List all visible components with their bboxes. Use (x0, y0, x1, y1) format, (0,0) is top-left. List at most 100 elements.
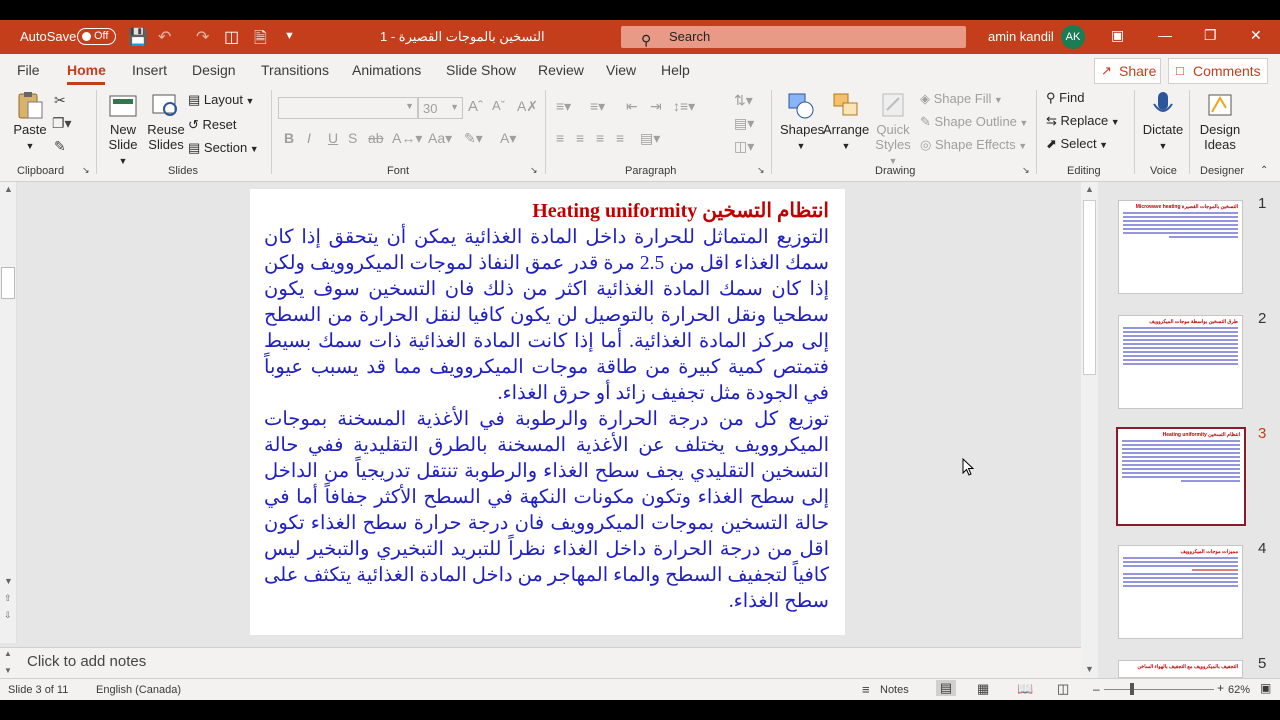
font-size-combo[interactable]: 30 ▼ (418, 97, 463, 119)
undo-icon[interactable]: ↶ (158, 27, 171, 47)
tab-view[interactable]: View (606, 62, 636, 78)
shape-fill-button[interactable]: ◈ Shape Fill ▼ (920, 91, 1003, 107)
slide-thumbnail[interactable]: التسخين بالموجات القصيرة Microwave heati… (1118, 200, 1243, 294)
scroll-down-icon[interactable]: ▼ (4, 576, 13, 586)
font-name-combo[interactable]: ▼ (278, 97, 418, 119)
tab-review[interactable]: Review (538, 62, 584, 78)
section-button[interactable]: ▤ Section ▼ (188, 140, 259, 156)
select-button[interactable]: ⬈ Select ▼ (1046, 136, 1108, 152)
char-spacing-icon[interactable]: A↔▾ (392, 130, 422, 147)
scroll-thumb[interactable] (1, 267, 15, 299)
replace-button[interactable]: ⇆ Replace ▼ (1046, 113, 1120, 129)
next-slide-icon[interactable]: ⇩ (4, 610, 12, 621)
underline-button[interactable]: U (328, 130, 338, 146)
scroll-up-icon[interactable]: ▲ (1085, 184, 1094, 194)
tab-file[interactable]: File (17, 62, 40, 78)
restore-icon[interactable]: ❐ (1204, 27, 1217, 44)
italic-button[interactable]: I (307, 130, 311, 146)
notes-placeholder[interactable]: Click to add notes (27, 653, 146, 670)
slideshow-view-icon[interactable]: ◫ (1057, 681, 1069, 697)
ribbon-display-icon[interactable]: ▣ (1111, 27, 1124, 44)
paragraph-launcher-icon[interactable]: ↘ (757, 165, 765, 176)
slide-thumbnail[interactable]: التجفيف بالميكروويف مع التجفيف بالهواء ا… (1118, 660, 1243, 678)
arrange-button[interactable]: Arrange ▼ (823, 90, 869, 152)
tab-animations[interactable]: Animations (352, 62, 421, 78)
tab-help[interactable]: Help (661, 62, 690, 78)
collapse-ribbon-icon[interactable]: ⌃ (1260, 165, 1268, 176)
align-center-icon[interactable]: ≡ (576, 130, 584, 146)
line-spacing-icon[interactable]: ↕≡▾ (673, 98, 695, 115)
copy-icon[interactable]: ❐▾ (52, 115, 72, 132)
present-icon[interactable]: ◫ (224, 27, 239, 47)
tab-insert[interactable]: Insert (132, 62, 167, 78)
quick-styles-button[interactable]: Quick Styles ▼ (871, 90, 915, 167)
zoom-slider-thumb[interactable] (1130, 683, 1134, 695)
tab-transitions[interactable]: Transitions (261, 62, 329, 78)
slide-thumbnail[interactable]: مميزات موجات الميكروويف (1118, 545, 1243, 639)
reset-button[interactable]: ↺ Reset (188, 117, 236, 133)
slide-title[interactable]: انتظام التسخين Heating uniformity (264, 199, 829, 223)
slide-thumbnail[interactable]: طرق التسخين بواسطة موجات الميكروويف (1118, 315, 1243, 409)
smartart-icon[interactable]: ◫▾ (734, 138, 754, 155)
increase-indent-icon[interactable]: ⇥ (650, 98, 662, 115)
scroll-up-icon[interactable]: ▲ (4, 184, 13, 194)
notes-toggle-icon[interactable]: ≡ (862, 682, 870, 697)
clear-format-icon[interactable]: A✗ (517, 98, 538, 115)
scroll-down-icon[interactable]: ▼ (1085, 664, 1094, 674)
drawing-launcher-icon[interactable]: ↘ (1022, 165, 1030, 176)
tab-home[interactable]: Home (67, 62, 106, 78)
notes-scroll-up-icon[interactable]: ▲ (4, 649, 12, 658)
slide-body-text[interactable]: التوزيع المتماثل للحرارة داخل المادة الغ… (264, 225, 829, 615)
font-color-icon[interactable]: A▾ (500, 130, 516, 147)
vertical-scrollbar[interactable]: ▲ ▼ (1081, 182, 1098, 678)
shape-outline-button[interactable]: ✎ Shape Outline ▼ (920, 114, 1028, 130)
share-button[interactable]: ↗ Share (1094, 58, 1161, 84)
bullets-icon[interactable]: ≡▾ (556, 98, 571, 115)
previous-slide-icon[interactable]: ⇧ (4, 593, 12, 604)
new-file-icon[interactable]: 🗎 (254, 27, 267, 54)
redo-icon[interactable]: ↷ (196, 27, 209, 47)
font-launcher-icon[interactable]: ↘ (530, 165, 538, 176)
search-box[interactable]: ⚲ Search (621, 26, 966, 48)
shapes-button[interactable]: Shapes ▼ (780, 90, 824, 152)
autosave-toggle[interactable]: Off (77, 28, 116, 45)
numbering-icon[interactable]: ≡▾ (590, 98, 605, 115)
slide-canvas[interactable]: انتظام التسخين Heating uniformity التوزي… (250, 189, 845, 635)
dictate-button[interactable]: Dictate ▼ (1140, 90, 1186, 152)
customize-qat-icon[interactable]: ▼ (284, 30, 295, 42)
change-case-icon[interactable]: Aa▾ (428, 130, 452, 147)
clipboard-launcher-icon[interactable]: ↘ (82, 165, 90, 176)
notes-pane[interactable]: ▲ ▼ Click to add notes (0, 647, 1081, 678)
shrink-font-icon[interactable]: Aˇ (492, 98, 505, 113)
text-direction-icon[interactable]: ⇅▾ (734, 92, 753, 109)
user-name[interactable]: amin kandil (988, 29, 1054, 44)
grow-font-icon[interactable]: Aˆ (468, 98, 483, 115)
notes-toggle-label[interactable]: Notes (880, 684, 909, 696)
normal-view-icon[interactable]: ▤ (936, 680, 956, 696)
language-status[interactable]: English (Canada) (96, 684, 181, 696)
notes-scroll-down-icon[interactable]: ▼ (4, 666, 12, 675)
justify-icon[interactable]: ≡ (616, 130, 624, 146)
design-ideas-button[interactable]: Design Ideas (1197, 90, 1243, 152)
find-button[interactable]: ⚲ Find (1046, 90, 1084, 106)
avatar[interactable]: AK (1061, 25, 1085, 49)
zoom-level[interactable]: 62% (1228, 684, 1250, 696)
tab-design[interactable]: Design (192, 62, 236, 78)
align-text-icon[interactable]: ▤▾ (734, 115, 754, 132)
new-slide-button[interactable]: New Slide ▼ (103, 90, 143, 167)
slide-thumbnail-selected[interactable]: انتظام التسخين Heating uniformity (1116, 427, 1246, 526)
cut-icon[interactable]: ✂ (54, 92, 66, 109)
zoom-slider-track[interactable] (1104, 689, 1214, 690)
fit-to-window-icon[interactable]: ▣ (1260, 681, 1271, 695)
align-right-icon[interactable]: ≡ (596, 130, 604, 146)
shadow-button[interactable]: S (348, 130, 357, 146)
layout-button[interactable]: ▤ Layout ▼ (188, 92, 254, 108)
slide-sorter-icon[interactable]: ▦ (977, 681, 989, 697)
strikethrough-icon[interactable]: ab (368, 130, 384, 146)
format-painter-icon[interactable]: ✎ (54, 138, 66, 155)
shape-effects-button[interactable]: ◎ Shape Effects ▼ (920, 137, 1027, 153)
align-left-icon[interactable]: ≡ (556, 130, 564, 146)
minimize-icon[interactable]: — (1158, 27, 1172, 43)
save-icon[interactable]: 💾 (128, 27, 148, 47)
reuse-slides-button[interactable]: Reuse Slides (146, 90, 186, 152)
